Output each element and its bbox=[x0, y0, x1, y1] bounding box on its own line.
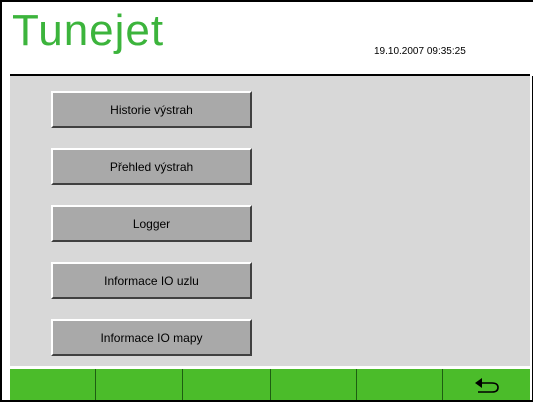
logger-button[interactable]: Logger bbox=[51, 205, 252, 242]
history-alerts-button[interactable]: Historie výstrah bbox=[51, 91, 252, 128]
io-map-info-button[interactable]: Informace IO mapy bbox=[51, 319, 252, 356]
function-key-2[interactable] bbox=[96, 369, 183, 400]
function-key-5[interactable] bbox=[357, 369, 443, 400]
menu-panel: Historie výstrah Přehled výstrah Logger … bbox=[10, 76, 530, 366]
function-key-3[interactable] bbox=[183, 369, 271, 400]
back-button[interactable] bbox=[443, 369, 530, 400]
header: Tunejet 19.10.2007 09:35:25 bbox=[2, 2, 533, 76]
function-key-4[interactable] bbox=[271, 369, 357, 400]
app-title: Tunejet bbox=[12, 6, 165, 55]
timestamp: 19.10.2007 09:35:25 bbox=[374, 46, 466, 57]
function-key-1[interactable] bbox=[10, 369, 96, 400]
alerts-overview-button[interactable]: Přehled výstrah bbox=[51, 148, 252, 185]
return-arrow-icon bbox=[474, 377, 499, 393]
io-node-info-button[interactable]: Informace IO uzlu bbox=[51, 262, 252, 299]
function-key-bar bbox=[10, 369, 530, 400]
